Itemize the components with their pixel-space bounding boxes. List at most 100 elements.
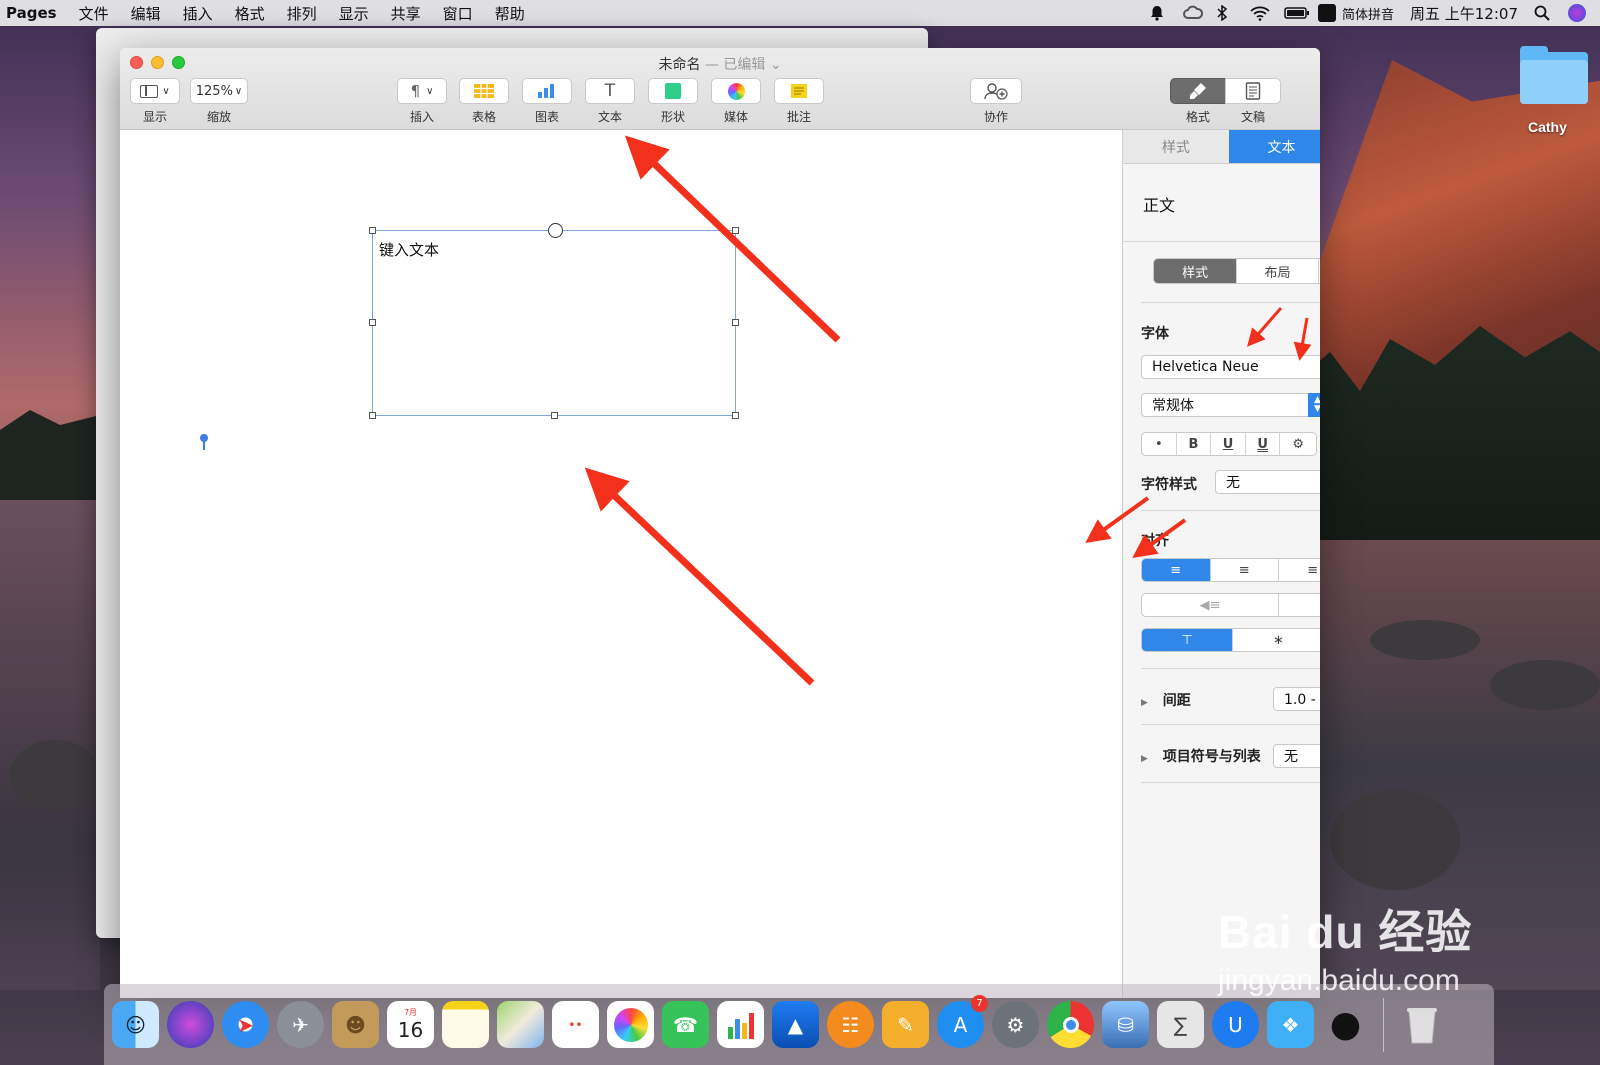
bullets-select[interactable]: 无 ∨ [1273, 744, 1320, 768]
text-box[interactable]: 键入文本 [369, 223, 739, 419]
font-family-select[interactable]: Helvetica Neue ▲▼ [1141, 355, 1320, 379]
align-center-icon[interactable]: ≡ [1211, 559, 1279, 581]
align-right-icon[interactable]: ≡ [1279, 559, 1320, 581]
siri-icon[interactable] [167, 1001, 214, 1048]
subtab-style[interactable]: 样式 [1154, 259, 1238, 283]
bullets-disclosure[interactable]: 项目符号与列表 [1141, 746, 1261, 766]
collaborate-label: 协作 [983, 110, 1008, 124]
increase-indent-icon[interactable]: ≡▶ [1279, 594, 1320, 616]
chart-button[interactable]: 图表 [522, 78, 572, 125]
char-style-select[interactable]: 无 ∨ [1215, 470, 1320, 494]
system-preferences-gear-icon[interactable]: ⚙ [992, 1001, 1039, 1048]
insert-button[interactable]: ¶ ∨ 插入 [397, 78, 447, 125]
app-store-icon[interactable]: A7 [937, 995, 988, 1048]
resize-handle[interactable] [732, 412, 739, 419]
menu-window[interactable]: 窗口 [443, 3, 473, 24]
menu-format[interactable]: 格式 [235, 3, 265, 24]
table-button[interactable]: 表格 [459, 78, 509, 125]
document-name[interactable]: 未命名 [658, 57, 700, 73]
chrome-icon[interactable] [1047, 1001, 1094, 1048]
italic-button[interactable]: U [1211, 433, 1246, 455]
chevron-down-icon[interactable]: ⌄ [770, 57, 782, 73]
comment-button[interactable]: 批注 [774, 78, 824, 125]
underline-button[interactable]: U [1246, 433, 1281, 455]
paragraph-style-selector[interactable]: 正文 [1123, 164, 1320, 242]
format-button[interactable]: 格式 [1170, 78, 1226, 125]
photos-flower-icon[interactable] [607, 1001, 654, 1048]
siri-icon[interactable] [1568, 4, 1586, 22]
more-styles-button[interactable]: • [1142, 433, 1177, 455]
up-down-arrows-icon[interactable]: ▲ ▼ [1308, 393, 1320, 417]
resize-handle[interactable] [369, 412, 376, 419]
finder-icon[interactable]: ☺ [112, 1001, 159, 1048]
wifi-icon[interactable] [1250, 5, 1270, 21]
launchpad-rocket-icon[interactable]: ✈ [277, 1001, 324, 1048]
desktop-folder-icon[interactable] [1520, 46, 1588, 104]
bluetooth-icon[interactable] [1216, 4, 1234, 22]
spacing-disclosure[interactable]: 间距 [1141, 690, 1191, 710]
resize-handle[interactable] [369, 227, 376, 234]
zoom-select[interactable]: 125% ∨ 缩放 [190, 78, 248, 125]
tab-style[interactable]: 样式 [1123, 130, 1229, 163]
notification-bell-icon[interactable] [1148, 5, 1166, 21]
menu-insert[interactable]: 插入 [183, 3, 213, 24]
rotate-handle[interactable] [548, 223, 563, 238]
menu-share[interactable]: 共享 [391, 3, 421, 24]
battery-icon[interactable] [1284, 5, 1309, 21]
decrease-indent-icon[interactable]: ◀≡ [1142, 594, 1279, 616]
resize-handle[interactable] [551, 412, 558, 419]
keynote-podium-icon[interactable]: ▲ [772, 1001, 819, 1048]
gear-icon[interactable]: ⚙ [1280, 433, 1316, 455]
menu-help[interactable]: 帮助 [495, 3, 525, 24]
media-button[interactable]: 媒体 [711, 78, 761, 125]
resize-handle[interactable] [732, 227, 739, 234]
vertical-alignment: ⊤ ∗ ⊥ [1141, 628, 1320, 652]
input-method-icon[interactable] [1317, 4, 1336, 22]
maps-icon[interactable] [497, 1001, 544, 1048]
pages-pen-icon[interactable]: ✎ [882, 1001, 929, 1048]
text-button[interactable]: T 文本 [585, 78, 635, 125]
reminders-icon[interactable]: •• [552, 1001, 599, 1048]
calculator-icon[interactable]: ∑ [1157, 1001, 1204, 1048]
text-box-placeholder[interactable]: 键入文本 [379, 239, 439, 260]
menu-app-name[interactable]: Pages [6, 4, 57, 22]
view-button[interactable]: ∨ 显示 [130, 78, 180, 125]
subtab-more[interactable]: 更多 [1319, 259, 1320, 283]
contacts-icon[interactable]: ☻ [332, 1001, 379, 1048]
ibooks-icon[interactable]: ☷ [827, 1001, 874, 1048]
u-disk-icon[interactable]: U [1212, 1001, 1259, 1048]
spacing-select[interactable]: 1.0 - 一倍 ▲▼ [1273, 687, 1320, 711]
safari-compass-icon[interactable]: ➤ [222, 1001, 269, 1048]
trash-icon[interactable] [1398, 1001, 1445, 1048]
menu-arrange[interactable]: 排列 [287, 3, 317, 24]
resize-handle[interactable] [732, 319, 739, 326]
menu-edit[interactable]: 编辑 [131, 3, 161, 24]
desktop-lake [1300, 540, 1600, 990]
network-icon[interactable]: ❖ [1267, 1001, 1314, 1048]
notes-icon[interactable] [442, 1001, 489, 1048]
subtab-layout[interactable]: 布局 [1237, 259, 1319, 283]
document-button[interactable]: 文稿 [1225, 78, 1281, 125]
preview-icon[interactable]: ⛁ [1102, 1001, 1149, 1048]
menu-view[interactable]: 显示 [339, 3, 369, 24]
numbers-chart-icon[interactable] [717, 1001, 764, 1048]
align-top-icon[interactable]: ⊤ [1142, 629, 1234, 651]
typeface-select[interactable]: 常规体 ▲ ▼ [1141, 393, 1320, 417]
resize-handle[interactable] [369, 319, 376, 326]
menu-file[interactable]: 文件 [79, 3, 109, 24]
tab-text[interactable]: 文本 [1228, 130, 1320, 163]
document-canvas[interactable]: 键入文本 [120, 130, 1120, 998]
desktop-folder-label[interactable]: Cathy [1528, 119, 1567, 135]
align-middle-icon[interactable]: ∗ [1233, 629, 1320, 651]
shape-button[interactable]: 形状 [648, 78, 698, 125]
input-method-label[interactable]: 简体拼音 [1342, 4, 1394, 23]
menu-clock[interactable]: 周五 上午12:07 [1410, 3, 1518, 24]
align-left-icon[interactable]: ≡ [1142, 559, 1211, 581]
calendar-icon[interactable]: 7月 16 [387, 1001, 434, 1048]
creative-cloud-icon[interactable] [1182, 5, 1203, 21]
collaborate-button[interactable]: 协作 [970, 78, 1022, 125]
bold-button[interactable]: B [1177, 433, 1212, 455]
spotlight-search-icon[interactable] [1534, 5, 1552, 21]
facetime-camera-icon[interactable]: ☎ [662, 1001, 709, 1048]
qq-penguin-icon[interactable]: ● [1322, 1001, 1369, 1048]
